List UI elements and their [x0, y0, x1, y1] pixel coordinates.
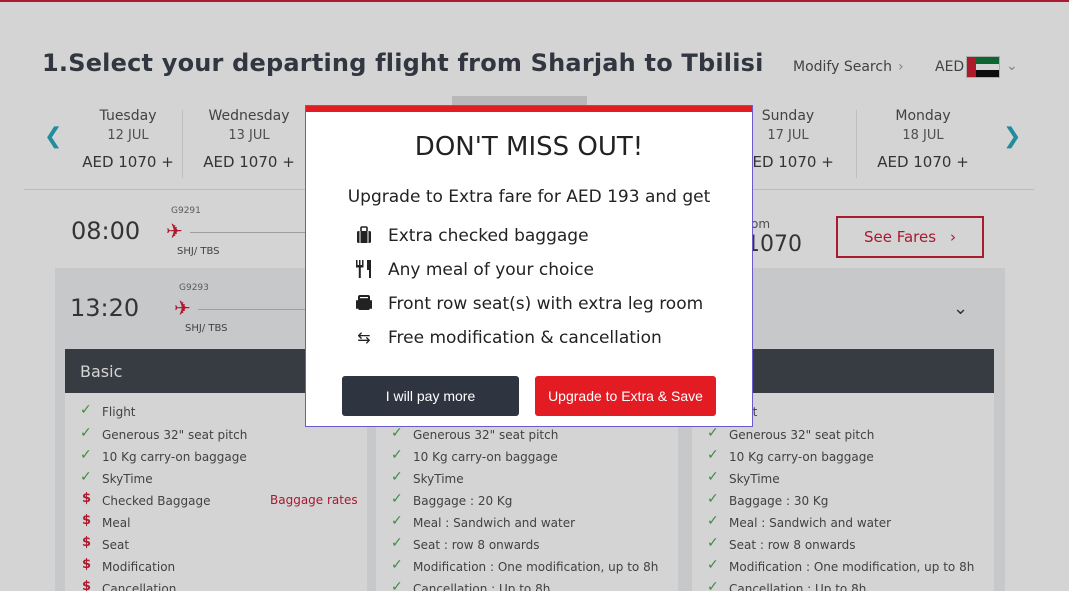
upgrade-extra-button[interactable]: Upgrade to Extra & Save	[535, 376, 716, 416]
benefit-text: Free modification & cancellation	[388, 328, 662, 348]
modal-subtitle: Upgrade to Extra fare for AED 193 and ge…	[347, 187, 711, 207]
swap-arrows-icon: ⇆	[357, 328, 371, 347]
upsell-modal: DON'T MISS OUT! Upgrade to Extra fare fo…	[306, 106, 752, 426]
seat-icon	[354, 294, 374, 316]
modal-title: DON'T MISS OUT!	[414, 132, 644, 162]
suitcase-icon	[354, 226, 374, 248]
benefit-text: Front row seat(s) with extra leg room	[388, 294, 704, 314]
pay-more-button[interactable]: I will pay more	[342, 376, 519, 416]
benefit-text: Extra checked baggage	[388, 226, 589, 246]
cutlery-icon	[354, 260, 374, 282]
benefit-text: Any meal of your choice	[388, 260, 594, 280]
booking-page: 1.Select your departing flight from Shar…	[0, 0, 1069, 591]
